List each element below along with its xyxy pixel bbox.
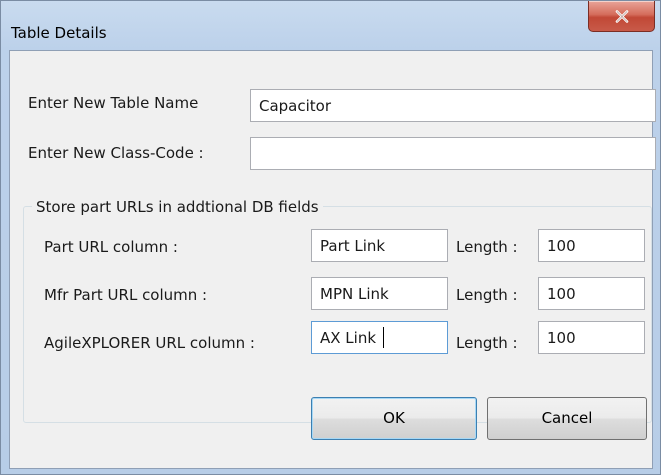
mfr-part-url-input[interactable]	[311, 277, 448, 310]
table-name-input[interactable]	[250, 89, 656, 122]
agilexplorer-url-label: AgileXPLORER URL column :	[44, 334, 255, 352]
window-title: Table Details	[11, 24, 107, 42]
dialog-body: Enter New Table Name Enter New Class-Cod…	[9, 50, 656, 469]
cancel-button[interactable]: Cancel	[487, 397, 647, 440]
part-url-input[interactable]	[311, 229, 448, 262]
table-details-dialog: Table Details Enter New Table Name Enter…	[0, 0, 661, 475]
part-url-label: Part URL column :	[44, 238, 178, 256]
agilexplorer-url-length-input[interactable]	[538, 321, 645, 354]
title-bar[interactable]: Table Details	[1, 1, 660, 49]
url-fields-group-legend: Store part URLs in addtional DB fields	[32, 198, 323, 216]
part-url-length-input[interactable]	[538, 229, 645, 262]
text-caret	[383, 327, 384, 348]
class-code-label: Enter New Class-Code :	[28, 144, 204, 162]
close-button[interactable]	[588, 1, 655, 32]
mfr-part-url-length-input[interactable]	[538, 277, 645, 310]
class-code-input[interactable]	[250, 137, 656, 170]
part-url-length-label: Length :	[456, 238, 518, 256]
ok-button[interactable]: OK	[311, 397, 477, 440]
mfr-part-url-label: Mfr Part URL column :	[44, 286, 208, 304]
close-icon	[615, 10, 629, 23]
table-name-label: Enter New Table Name	[28, 94, 199, 112]
agilexplorer-url-length-label: Length :	[456, 334, 518, 352]
agilexplorer-url-input[interactable]	[311, 321, 448, 354]
mfr-part-url-length-label: Length :	[456, 286, 518, 304]
